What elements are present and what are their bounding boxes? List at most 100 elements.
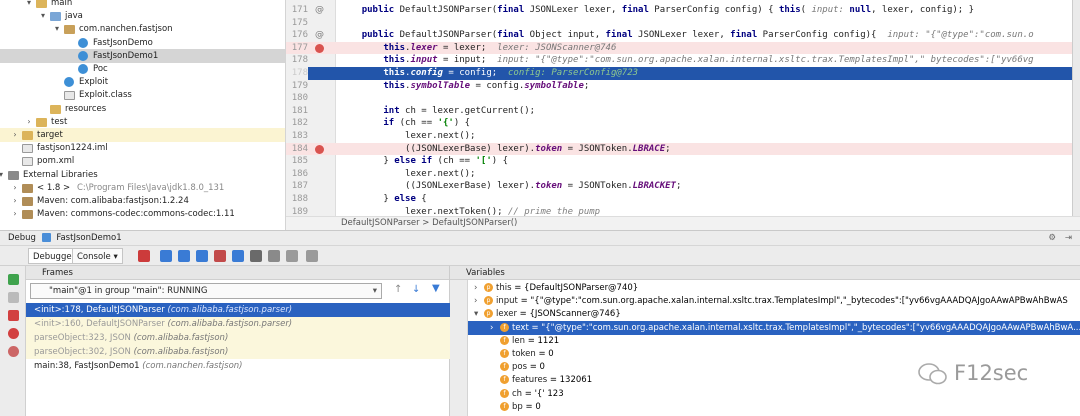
code-text: } else if (ch == '[') { [340,156,509,167]
collapse-arrow-icon[interactable]: › [10,181,20,195]
variable-row[interactable]: › p input = "{"@type":"com.sun.org.apache.… [468,294,1080,308]
settings-gear-icon[interactable]: ⚙ [1048,231,1056,246]
field-icon: f [500,349,509,358]
collapse-arrow-icon[interactable]: › [10,128,20,142]
code-line[interactable]: 180 [286,92,1080,105]
tree-item[interactable]: Exploit [0,75,285,89]
filter-icon[interactable]: ▼ [432,283,440,294]
tree-item[interactable]: resources [0,102,285,116]
collapse-arrow-icon[interactable]: › [24,115,34,129]
annotation-marker-icon: @ [315,30,324,41]
tree-item[interactable]: › Maven: com.alibaba:fastjson:1.2.24 [0,194,285,208]
breakpoint-icon[interactable] [315,144,324,154]
stack-frame[interactable]: main:38, FastJsonDemo1 (com.nanchen.fast… [26,359,450,373]
tree-item[interactable]: ▾ com.nanchen.fastjson [0,22,285,36]
current-execution-line[interactable]: 178 this.config = config; config: Parser… [286,67,1080,80]
tab-console[interactable]: Console ▾ [72,248,123,264]
class-icon [78,64,88,74]
stop-icon[interactable] [8,310,19,321]
code-line[interactable]: 188 } else { [286,193,1080,206]
tree-item-label: External Libraries [23,169,98,180]
variable-row[interactable]: ▾ p lexer = {JSONScanner@746} [468,307,1080,321]
variable-row[interactable]: f len = 1121 [468,334,1080,348]
tree-item-label: com.nanchen.fastjson [79,24,173,35]
collapse-arrow-icon[interactable]: › [10,194,20,208]
tree-toggle-icon[interactable]: › [490,321,500,335]
tree-item-label: fastjson1224.iml [37,143,108,154]
variables-panel: Variables › p this = {DefaultJSONParser@74… [450,266,1080,416]
code-line[interactable]: 187 ((JSONLexerBase) lexer).token = JSON… [286,180,1080,193]
code-line[interactable]: 182 if (ch == '{') { [286,117,1080,130]
tree-item[interactable]: › < 1.8 > C:\Program Files\Java\jdk1.8.0_1… [0,181,285,195]
code-line[interactable]: 186 lexer.next(); [286,168,1080,181]
tree-item[interactable]: fastjson1224.iml [0,141,285,155]
tree-item[interactable]: › test [0,115,285,129]
variable-name: ch [512,388,525,399]
package-icon [64,25,75,35]
collapse-arrow-icon[interactable]: › [10,207,20,221]
down-arrow-icon[interactable]: ↓ [412,284,420,295]
expand-arrow-icon[interactable]: ▾ [52,22,62,36]
tree-item[interactable]: pom.xml [0,154,285,168]
mute-breakpoints-icon[interactable] [8,346,19,357]
right-tool-strip[interactable] [1072,0,1080,230]
variable-row[interactable]: f bp = 0 [468,400,1080,414]
code-line[interactable]: 178 this.input = input; input: "{"@type"… [286,54,1080,67]
step-out-icon[interactable] [214,250,226,262]
tree-item[interactable]: Exploit.class [0,88,285,102]
code-line[interactable]: 175 [286,17,1080,30]
code-line[interactable]: 185 } else if (ch == '[') { [286,155,1080,168]
step-over-icon[interactable] [160,250,172,262]
project-tree[interactable]: ▾ main ▾ java ▾ com.nanchen.fastjson FastJsonD… [0,0,286,230]
variable-name: input [496,296,521,307]
variable-name: len [512,335,528,346]
expand-arrow-icon[interactable]: ▾ [38,9,48,23]
hide-panel-icon[interactable]: ⇥ [1065,231,1072,246]
step-into-icon[interactable] [178,250,190,262]
stack-frame[interactable]: parseObject:302, JSON (com.alibaba.fastj… [26,345,450,359]
tree-item[interactable]: ▾ java [0,9,285,23]
layout-icon[interactable] [306,250,318,262]
run-to-cursor-icon[interactable] [250,250,262,262]
stack-frame[interactable]: <init>:160, DefaultJSONParser (com.aliba… [26,317,450,331]
tree-item-label: Exploit [79,77,109,88]
pause-icon[interactable] [8,292,19,303]
tree-item-label: Maven: com.alibaba:fastjson:1.2.24 [37,196,189,206]
force-step-into-icon[interactable] [196,250,208,262]
breadcrumb[interactable]: DefaultJSONParser > DefaultJSONParser() [286,216,1080,230]
breakpoint-icon[interactable] [315,43,324,53]
tree-toggle-icon[interactable]: ▾ [474,307,484,321]
tree-item-label: resources [65,103,107,114]
code-editor[interactable]: 171 @ public DefaultJSONParser(final JSON… [286,0,1080,230]
tree-item[interactable]: FastJsonDemo [0,36,285,50]
tree-toggle-icon[interactable]: › [474,294,484,308]
evaluate-expression-icon[interactable] [268,250,280,262]
code-line[interactable]: 183 lexer.next(); [286,130,1080,143]
view-breakpoints-icon[interactable] [8,328,19,339]
code-line[interactable]: 177 this.lexer = lexer; lexer: JSONScann… [286,41,1080,55]
code-line[interactable]: 181 int ch = lexer.getCurrent(); [286,105,1080,118]
stack-frame[interactable]: parseObject:323, JSON (com.alibaba.fastj… [26,331,450,345]
code-line[interactable]: 179 this.symbolTable = config.symbolTabl… [286,80,1080,93]
tree-item[interactable]: › target [0,128,285,142]
thread-selector[interactable]: "main"@1 in group "main": RUNNING ▾ [30,283,382,299]
variable-row[interactable]: › f text = "{"@type":"com.sun.org.apache.x… [468,320,1080,335]
code-line[interactable]: 184 ((JSONLexerBase) lexer).token = JSON… [286,142,1080,156]
run-config-name[interactable]: FastJsonDemo1 [56,233,121,243]
code-line[interactable]: 176 @ public DefaultJSONParser(final Obje… [286,29,1080,42]
tree-item[interactable]: FastJsonDemo1 [0,48,285,63]
tree-item[interactable]: Poc [0,62,285,76]
drop-frame-icon[interactable] [232,250,244,262]
variable-row[interactable]: f ch = '{' 123 [468,387,1080,401]
tree-item[interactable]: ▾ External Libraries [0,168,285,182]
up-arrow-icon[interactable]: ↑ [394,284,402,295]
stack-frame[interactable]: <init>:178, DefaultJSONParser (com.aliba… [26,303,450,317]
show-execution-point-icon[interactable] [138,250,150,262]
variable-row[interactable]: › p this = {DefaultJSONParser@740} [468,281,1080,295]
tree-item[interactable]: › Maven: commons-codec:commons-codec:1.11 [0,207,285,221]
resume-icon[interactable] [8,274,19,285]
code-line[interactable]: 171 @ public DefaultJSONParser(final JSON… [286,4,1080,17]
tree-toggle-icon[interactable]: › [474,281,484,295]
expand-arrow-icon[interactable]: ▾ [0,168,6,182]
trace-icon[interactable] [286,250,298,262]
